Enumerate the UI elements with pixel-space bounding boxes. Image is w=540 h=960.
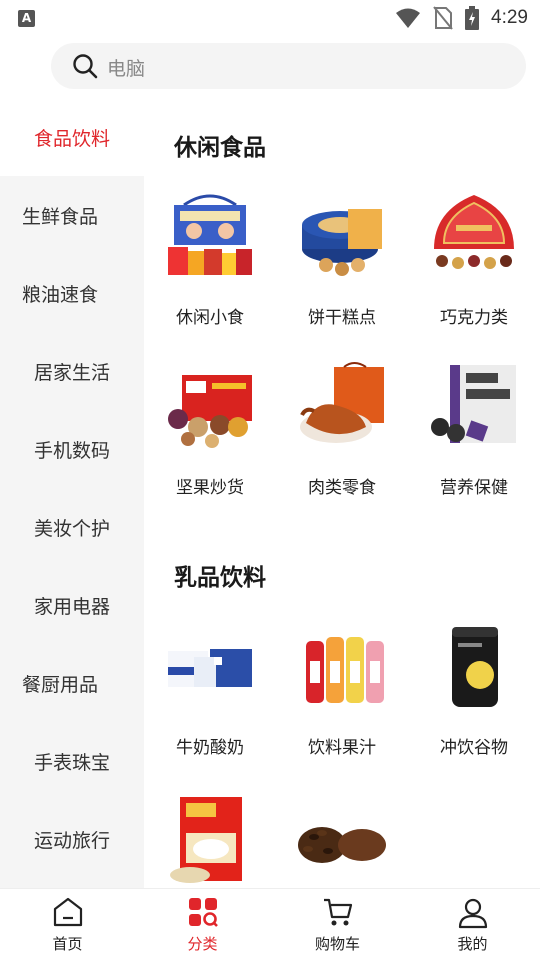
sidebar-item-sports-travel[interactable]: 运动旅行 [0, 800, 144, 878]
sidebar-item-appliances[interactable]: 家用电器 [0, 566, 144, 644]
clock: 4:29 [491, 7, 528, 28]
sidebar-item-kitchen[interactable]: 餐厨用品 [0, 644, 144, 722]
search-placeholder: 电脑 [107, 58, 146, 80]
sidebar-item-label: 手机数码 [33, 439, 110, 462]
product-label: 饮料果汁 [308, 738, 376, 758]
notification-icon: A [18, 10, 35, 27]
snack-gift-box-icon [168, 194, 252, 275]
product-snacks[interactable]: 休闲小食 [144, 191, 276, 341]
sidebar-item-label: 居家生活 [33, 361, 110, 384]
product-oatmeal[interactable] [144, 793, 276, 888]
sidebar-item-label: 粮油速食 [22, 283, 99, 306]
sidebar-item-label: 生鲜食品 [22, 205, 99, 228]
status-bar: A 4:29 [0, 0, 540, 36]
nuts-gift-box-icon [168, 375, 252, 448]
category-sidebar[interactable]: 食品饮料 生鲜食品 粮油速食 居家生活 手机数码 美妆个护 家用电器 餐厨用品 … [0, 98, 144, 888]
product-milk-yogurt[interactable]: 牛奶酸奶 [144, 621, 276, 771]
ejiao-pills-icon [431, 365, 516, 443]
coffee-beans-icon [298, 827, 386, 863]
section-title-dairy-drinks: 乳品饮料 [174, 565, 266, 591]
sidebar-item-fresh-food[interactable]: 生鲜食品 [0, 176, 144, 254]
sidebar-item-label: 食品饮料 [33, 127, 110, 150]
sidebar-item-grain-oil[interactable]: 粮油速食 [0, 254, 144, 332]
nav-cart[interactable]: 购物车 [270, 889, 405, 960]
nav-category[interactable]: 分类 [135, 889, 270, 960]
product-label: 牛奶酸奶 [176, 738, 244, 758]
status-icons: 4:29 [395, 6, 528, 30]
sidebar-item-phones-digital[interactable]: 手机数码 [0, 410, 144, 488]
nav-label: 首页 [52, 935, 83, 953]
product-biscuits[interactable]: 饼干糕点 [276, 191, 408, 341]
sidebar-item-food-drinks[interactable]: 食品饮料 [0, 98, 144, 176]
milk-cartons-icon [168, 649, 252, 687]
bottom-navigation[interactable]: 首页 分类 购物车 我的 [0, 888, 540, 960]
product-label: 休闲小食 [176, 308, 244, 328]
product-label: 冲饮谷物 [440, 738, 508, 758]
product-chocolate[interactable]: 巧克力类 [408, 191, 540, 341]
product-cereal-drinks[interactable]: 冲饮谷物 [408, 621, 540, 771]
roast-duck-icon [300, 362, 384, 443]
wifi-icon [396, 8, 421, 28]
nav-home[interactable]: 首页 [0, 889, 135, 960]
sidebar-item-label: 家用电器 [33, 595, 110, 618]
oatmeal-box-icon [170, 797, 242, 883]
product-label: 坚果炒货 [176, 478, 244, 498]
sidebar-item-home-living[interactable]: 居家生活 [0, 332, 144, 410]
product-meat-snacks[interactable]: 肉类零食 [276, 361, 408, 511]
product-nutrition[interactable]: 营养保健 [408, 361, 540, 511]
product-label: 营养保健 [440, 478, 508, 498]
cart-icon [323, 898, 352, 926]
search-icon [73, 54, 98, 79]
nav-profile[interactable]: 我的 [405, 889, 540, 960]
product-label: 饼干糕点 [308, 308, 376, 328]
product-nuts[interactable]: 坚果炒货 [144, 361, 276, 511]
category-content[interactable]: 休闲食品 休闲小食 饼干糕点 巧克力类 坚果炒货 肉类零食 营养保健 乳品饮料 … [144, 98, 540, 888]
nav-label: 购物车 [314, 935, 360, 953]
chocolate-box-icon [434, 195, 514, 269]
no-sim-icon [433, 6, 453, 30]
sidebar-item-beauty[interactable]: 美妆个护 [0, 488, 144, 566]
cookie-tin-icon [302, 209, 382, 276]
search-input[interactable]: 电脑 [51, 43, 526, 89]
sidebar-item-label: 美妆个护 [33, 517, 110, 540]
black-jar-icon [452, 627, 498, 707]
section-title-snacks: 休闲食品 [174, 135, 266, 161]
user-icon [458, 898, 487, 929]
sidebar-item-label: 手表珠宝 [33, 751, 110, 774]
product-coffee[interactable] [276, 793, 408, 888]
product-label: 巧克力类 [440, 308, 508, 328]
product-drinks-juice[interactable]: 饮料果汁 [276, 621, 408, 771]
sidebar-item-label: 餐厨用品 [22, 673, 99, 696]
product-label: 肉类零食 [308, 478, 376, 498]
sidebar-item-watches-jewelry[interactable]: 手表珠宝 [0, 722, 144, 800]
battery-icon [465, 6, 480, 30]
sidebar-item-label: 运动旅行 [33, 829, 110, 852]
category-icon [188, 898, 218, 927]
nav-label: 分类 [187, 935, 218, 953]
nav-label: 我的 [457, 935, 488, 953]
juice-bottles-icon [306, 637, 384, 703]
home-icon [53, 897, 82, 927]
